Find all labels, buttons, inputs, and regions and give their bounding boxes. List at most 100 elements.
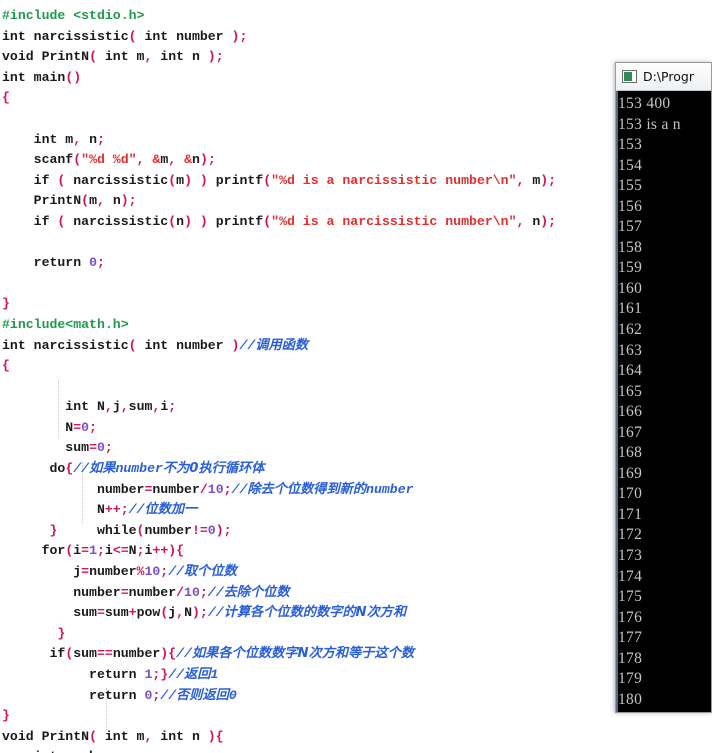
code-token-cmt-cjk: 去除个位数 bbox=[223, 584, 290, 600]
console-line: 154 bbox=[618, 156, 643, 174]
code-line[interactable]: int narcissistic( int number )//调用函数 bbox=[0, 336, 712, 357]
code-token-punc: ) bbox=[207, 728, 216, 744]
code-token-plain: i bbox=[73, 543, 82, 559]
code-token-plain: for bbox=[2, 543, 66, 559]
console-titlebar[interactable]: D:\Progr bbox=[616, 63, 711, 91]
code-token-plain: number bbox=[2, 584, 121, 600]
code-line[interactable]: if(sum==number){//如果各个位数数字N次方和等于这个数 bbox=[0, 644, 712, 665]
code-line[interactable]: for(i=1;i<=N;i++){ bbox=[0, 541, 712, 562]
code-token-str: "%d %d" bbox=[81, 152, 137, 168]
code-line[interactable]: sum=sum+pow(j,N);//计算各个位数的数字的N次方和 bbox=[0, 603, 712, 624]
code-token-num: 10 bbox=[184, 584, 200, 600]
code-line[interactable]: int N,j,sum,i; bbox=[0, 397, 712, 418]
code-line[interactable]: N=0; bbox=[0, 418, 712, 439]
code-line[interactable]: if ( narcissistic(m) ) printf("%d is a n… bbox=[0, 171, 712, 192]
code-token-punc: ; bbox=[89, 419, 97, 435]
code-token-plain: n bbox=[176, 213, 185, 229]
console-line: 156 bbox=[618, 197, 643, 215]
code-token-punc: ) bbox=[184, 172, 192, 188]
code-token-num: 10 bbox=[144, 564, 161, 580]
code-line[interactable]: int main() bbox=[0, 68, 712, 89]
code-line[interactable]: j=number%10;//取个位数 bbox=[0, 562, 712, 583]
code-token-plain: sum bbox=[104, 605, 129, 621]
code-token-plain: scanf bbox=[2, 152, 74, 168]
console-line: 172 bbox=[618, 526, 643, 544]
code-token-punc: { bbox=[168, 646, 177, 662]
code-line[interactable]: do{//如果number不为0执行循环体 bbox=[0, 459, 712, 480]
code-token-plain: N bbox=[184, 605, 192, 621]
code-token-cmt: // bbox=[176, 646, 192, 662]
code-token-plain: return bbox=[2, 687, 145, 703]
code-token-plain: number bbox=[2, 481, 145, 497]
code-token-punc: ; bbox=[223, 481, 232, 497]
code-line[interactable] bbox=[0, 274, 712, 295]
console-line: 168 bbox=[618, 444, 643, 462]
code-token-num: 0 bbox=[89, 255, 97, 271]
code-line[interactable]: } bbox=[0, 706, 712, 727]
code-line[interactable] bbox=[0, 233, 712, 254]
code-token-punc: = bbox=[120, 584, 129, 600]
code-line[interactable]: int m, n; bbox=[0, 130, 712, 151]
code-token-cmt-cjk: 返回 bbox=[184, 667, 211, 682]
code-line[interactable]: { bbox=[0, 356, 712, 377]
code-line[interactable]: number=number/10;//除去个位数得到新的number bbox=[0, 480, 712, 501]
code-token-plain: m bbox=[176, 172, 185, 188]
code-line[interactable]: PrintN(m, n); bbox=[0, 191, 712, 212]
code-line[interactable]: { bbox=[0, 88, 712, 109]
code-line[interactable]: #include<math.h> bbox=[0, 315, 712, 336]
code-token-punc: ; bbox=[223, 522, 232, 538]
code-token-punc: ( bbox=[128, 337, 137, 353]
code-line[interactable]: N++;//位数加一 bbox=[0, 500, 712, 521]
code-line[interactable]: return 1;}//返回1 bbox=[0, 665, 712, 686]
code-line[interactable]: sum=0; bbox=[0, 438, 712, 459]
code-line[interactable]: scanf("%d %d", &m, &n); bbox=[0, 150, 712, 171]
code-token-plain: void PrintN bbox=[2, 728, 90, 744]
code-token-cmt: number bbox=[115, 461, 163, 477]
code-line[interactable]: } bbox=[0, 294, 712, 315]
code-token-cmt-cjk: 调用函数 bbox=[255, 337, 309, 353]
code-token-cmt: // bbox=[168, 564, 185, 580]
code-line[interactable]: if ( narcissistic(n) ) printf("%d is a n… bbox=[0, 212, 712, 233]
code-token-plain: n bbox=[524, 213, 541, 229]
code-line[interactable]: int number; bbox=[0, 747, 712, 753]
console-line: 177 bbox=[618, 629, 643, 647]
console-line: 176 bbox=[618, 608, 643, 626]
console-output: 153 400 153 is a n 153 154 155 156 157 158 159 16… bbox=[616, 91, 711, 712]
code-line[interactable] bbox=[0, 109, 712, 130]
console-left-edge bbox=[616, 91, 618, 712]
code-token-punc: ; bbox=[96, 255, 105, 271]
code-token-cmt: 1 bbox=[210, 667, 219, 682]
code-editor-pane[interactable]: #include <stdio.h> int narcissistic( int … bbox=[0, 0, 712, 753]
code-token-punc: ; bbox=[136, 543, 145, 559]
console-line: 155 bbox=[618, 177, 643, 195]
console-window[interactable]: D:\Progr 153 400 153 is a n 153 154 155 156 15… bbox=[615, 62, 712, 713]
code-token-punc: { bbox=[2, 358, 10, 374]
code-token-num: 10 bbox=[207, 481, 224, 497]
code-token-punc: { bbox=[215, 728, 224, 744]
code-line[interactable]: return 0; bbox=[0, 253, 712, 274]
code-line[interactable]: #include <stdio.h> bbox=[0, 6, 712, 27]
code-token-cmt-cjk: 位数加一 bbox=[144, 502, 198, 518]
code-token-punc: ; bbox=[548, 213, 557, 229]
code-line[interactable]: void PrintN( int m, int n ); bbox=[0, 47, 712, 68]
code-line[interactable]: number=number/10;//去除个位数 bbox=[0, 583, 712, 604]
code-token-punc: ) bbox=[192, 605, 200, 621]
code-token-plain: if bbox=[2, 213, 58, 229]
code-token-cmt: // bbox=[168, 667, 185, 682]
console-line: 159 bbox=[618, 259, 643, 277]
console-line: 153 400 bbox=[618, 95, 671, 112]
code-line[interactable]: void PrintN( int m, int n ){ bbox=[0, 727, 712, 748]
code-token-plain: void PrintN bbox=[2, 49, 90, 65]
code-token-punc: ) bbox=[120, 193, 129, 209]
code-line[interactable]: return 0;//否则返回0 bbox=[0, 686, 712, 707]
code-line[interactable]: } bbox=[0, 624, 712, 645]
code-line[interactable] bbox=[0, 377, 712, 398]
code-token-punc: } bbox=[2, 296, 10, 312]
code-line[interactable]: int narcissistic( int number ); bbox=[0, 27, 712, 48]
code-token-punc: () bbox=[65, 69, 82, 85]
code-token-cmt: // bbox=[207, 584, 224, 600]
code-line[interactable]: } while(number!=0); bbox=[0, 521, 712, 542]
code-token-punc: ( bbox=[81, 193, 90, 209]
